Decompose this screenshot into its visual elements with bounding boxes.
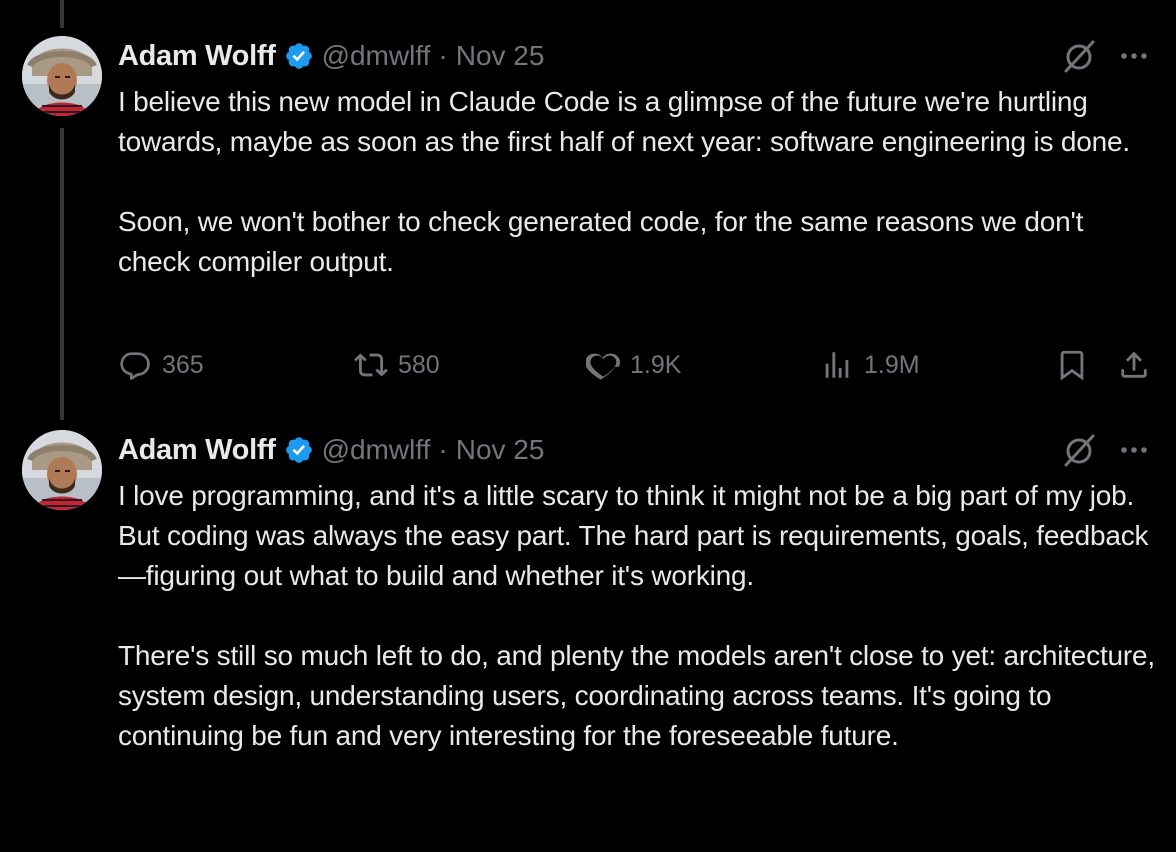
author-handle[interactable]: @dmwlff xyxy=(322,40,431,72)
grok-icon[interactable] xyxy=(1060,432,1098,470)
like-count: 1.9K xyxy=(630,350,682,379)
tweet-header: Adam Wolff @dmwlff · Nov 25 xyxy=(118,36,544,76)
author-name[interactable]: Adam Wolff xyxy=(118,434,276,467)
avatar[interactable] xyxy=(22,430,102,510)
like-button[interactable]: 1.9K xyxy=(586,345,681,385)
tweet-text: I believe this new model in Claude Code … xyxy=(118,82,1158,282)
more-icon[interactable] xyxy=(1116,432,1152,468)
views-button[interactable]: 1.9M xyxy=(820,345,920,385)
tweet-paragraph: There's still so much left to do, and pl… xyxy=(118,640,1155,751)
share-icon xyxy=(1121,351,1147,378)
reply-icon xyxy=(120,352,150,380)
grok-icon[interactable] xyxy=(1060,38,1098,76)
author-name[interactable]: Adam Wolff xyxy=(118,40,276,73)
timestamp[interactable]: Nov 25 xyxy=(456,434,545,466)
verified-badge-icon xyxy=(284,435,314,465)
tweet-paragraph: I love programming, and it's a little sc… xyxy=(118,480,1149,591)
tweet-paragraph: Soon, we won't bother to check generated… xyxy=(118,206,1084,277)
bookmark-icon xyxy=(1060,350,1084,381)
views-count: 1.9M xyxy=(864,350,920,379)
reply-count: 365 xyxy=(162,350,204,379)
more-icon[interactable] xyxy=(1116,38,1152,74)
share-button[interactable] xyxy=(1117,345,1151,385)
reply-button[interactable]: 365 xyxy=(118,345,204,385)
bookmark-button[interactable] xyxy=(1055,345,1089,385)
separator: · xyxy=(438,40,448,71)
tweet-paragraph: I believe this new model in Claude Code … xyxy=(118,86,1130,157)
avatar[interactable] xyxy=(22,36,102,116)
tweet-actions: 365 580 1.9K 1.9M xyxy=(0,345,1176,385)
author-handle[interactable]: @dmwlff xyxy=(322,434,431,466)
timestamp[interactable]: Nov 25 xyxy=(456,40,545,72)
repost-button[interactable]: 580 xyxy=(354,345,440,385)
repost-icon xyxy=(354,353,388,377)
thread-line-top xyxy=(60,0,64,28)
verified-badge-icon xyxy=(284,41,314,71)
tweet-header: Adam Wolff @dmwlff · Nov 25 xyxy=(118,430,544,470)
tweet-text: I love programming, and it's a little sc… xyxy=(118,476,1158,756)
separator: · xyxy=(438,434,448,465)
heart-icon xyxy=(586,353,620,380)
views-icon xyxy=(825,352,849,378)
repost-count: 580 xyxy=(398,350,440,379)
